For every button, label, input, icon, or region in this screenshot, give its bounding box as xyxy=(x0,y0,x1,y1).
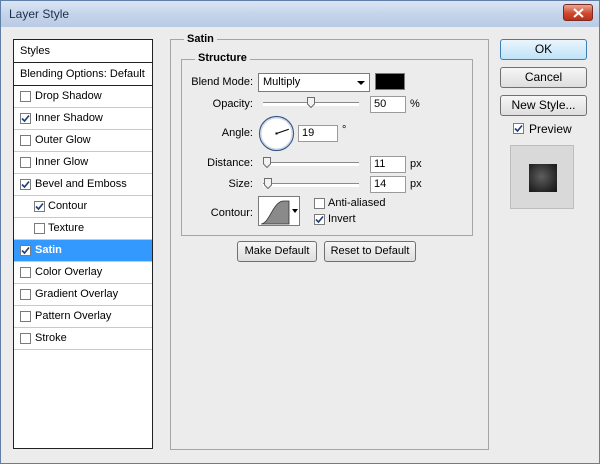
style-item-checkbox[interactable] xyxy=(20,245,31,256)
size-slider-track[interactable] xyxy=(263,183,359,187)
style-item-outer-glow[interactable]: Outer Glow xyxy=(14,130,152,152)
style-item-checkbox[interactable] xyxy=(20,289,31,300)
cancel-button[interactable]: Cancel xyxy=(500,67,587,88)
checkmark-icon xyxy=(35,202,44,211)
preview-checkbox[interactable] xyxy=(513,123,524,134)
angle-label: Angle: xyxy=(221,127,253,139)
preview-swatch xyxy=(529,164,557,192)
style-item-label: Texture xyxy=(48,222,85,234)
contour-dropdown-arrow xyxy=(292,209,298,213)
style-list: Drop Shadow Inner Shadow Outer Glow Inner G… xyxy=(14,86,152,350)
size-unit: px xyxy=(410,178,422,190)
blend-mode-value: Multiply xyxy=(263,76,301,88)
distance-input[interactable]: 11 xyxy=(370,156,406,173)
styles-header[interactable]: Styles xyxy=(14,40,152,63)
style-item-label: Stroke xyxy=(35,332,67,344)
checkmark-icon xyxy=(21,114,30,123)
style-item-checkbox[interactable] xyxy=(20,267,31,278)
style-item-label: Outer Glow xyxy=(35,134,91,146)
style-item-checkbox[interactable] xyxy=(20,135,31,146)
structure-group-title: Structure xyxy=(195,52,250,64)
layer-style-dialog: Layer Style Styles Blending Options: Def… xyxy=(0,0,600,464)
style-item-checkbox[interactable] xyxy=(20,311,31,322)
window-title: Layer Style xyxy=(9,7,70,21)
size-label: Size: xyxy=(228,178,253,190)
contour-curve-icon xyxy=(260,200,298,225)
style-item-label: Drop Shadow xyxy=(35,90,102,102)
blend-color-swatch[interactable] xyxy=(375,73,405,90)
style-item-bevel-and-emboss[interactable]: Bevel and Emboss xyxy=(14,174,152,196)
style-item-checkbox[interactable] xyxy=(20,113,31,124)
style-item-color-overlay[interactable]: Color Overlay xyxy=(14,262,152,284)
style-item-checkbox[interactable] xyxy=(20,179,31,190)
make-default-button[interactable]: Make Default xyxy=(237,241,317,262)
anti-aliased-label: Anti-aliased xyxy=(328,197,386,209)
style-item-satin[interactable]: Satin xyxy=(14,240,152,262)
opacity-slider-thumb[interactable] xyxy=(307,97,315,108)
chevron-down-icon xyxy=(357,81,365,85)
satin-group-title: Satin xyxy=(184,33,217,45)
style-item-label: Contour xyxy=(48,200,88,212)
blend-mode-select[interactable]: Multiply xyxy=(258,73,370,92)
checkmark-icon xyxy=(21,180,30,189)
distance-slider-track[interactable] xyxy=(263,162,359,166)
style-item-stroke[interactable]: Stroke xyxy=(14,328,152,350)
invert-checkbox[interactable] xyxy=(314,214,325,225)
style-item-pattern-overlay[interactable]: Pattern Overlay xyxy=(14,306,152,328)
style-item-drop-shadow[interactable]: Drop Shadow xyxy=(14,86,152,108)
preview-thumbnail xyxy=(510,145,574,209)
style-item-label: Pattern Overlay xyxy=(35,310,112,322)
style-item-checkbox[interactable] xyxy=(20,157,31,168)
reset-to-default-button[interactable]: Reset to Default xyxy=(324,241,416,262)
checkmark-icon xyxy=(21,246,30,255)
style-item-checkbox[interactable] xyxy=(20,91,31,102)
angle-unit: ° xyxy=(342,124,347,136)
styles-panel: Styles Blending Options: Default Drop Sh… xyxy=(13,39,153,449)
checkmark-icon xyxy=(514,124,523,133)
style-item-label: Gradient Overlay xyxy=(35,288,119,300)
anti-aliased-checkbox[interactable] xyxy=(314,198,325,209)
style-item-gradient-overlay[interactable]: Gradient Overlay xyxy=(14,284,152,306)
style-item-inner-glow[interactable]: Inner Glow xyxy=(14,152,152,174)
invert-label: Invert xyxy=(328,213,356,225)
close-button[interactable] xyxy=(563,4,593,21)
opacity-unit: % xyxy=(410,98,420,110)
angle-input[interactable]: 19 xyxy=(298,125,338,142)
new-style-button[interactable]: New Style... xyxy=(500,95,587,116)
close-icon xyxy=(573,8,584,18)
ok-button[interactable]: OK xyxy=(500,39,587,60)
distance-slider-thumb[interactable] xyxy=(263,157,272,168)
style-item-label: Satin xyxy=(35,244,62,256)
style-item-texture[interactable]: Texture xyxy=(14,218,152,240)
distance-unit: px xyxy=(410,158,422,170)
contour-label: Contour: xyxy=(210,207,253,219)
style-item-inner-shadow[interactable]: Inner Shadow xyxy=(14,108,152,130)
preview-label: Preview xyxy=(529,122,572,136)
blending-options-item[interactable]: Blending Options: Default xyxy=(14,63,152,86)
checkmark-icon xyxy=(315,215,324,224)
blend-mode-label: Blend Mode: xyxy=(191,76,253,88)
size-slider-thumb[interactable] xyxy=(264,178,273,189)
style-item-label: Inner Shadow xyxy=(35,112,103,124)
style-item-label: Bevel and Emboss xyxy=(35,178,127,190)
style-item-checkbox[interactable] xyxy=(34,223,45,234)
style-item-label: Color Overlay xyxy=(35,266,103,278)
angle-dial[interactable] xyxy=(258,115,295,152)
contour-picker[interactable] xyxy=(258,196,300,226)
opacity-input[interactable]: 50 xyxy=(370,96,406,113)
size-input[interactable]: 14 xyxy=(370,176,406,193)
distance-label: Distance: xyxy=(207,157,253,169)
title-bar[interactable]: Layer Style xyxy=(1,1,599,27)
style-item-checkbox[interactable] xyxy=(34,201,45,212)
style-item-checkbox[interactable] xyxy=(20,333,31,344)
style-item-label: Inner Glow xyxy=(35,156,89,168)
style-item-contour[interactable]: Contour xyxy=(14,196,152,218)
opacity-label: Opacity: xyxy=(212,98,253,110)
